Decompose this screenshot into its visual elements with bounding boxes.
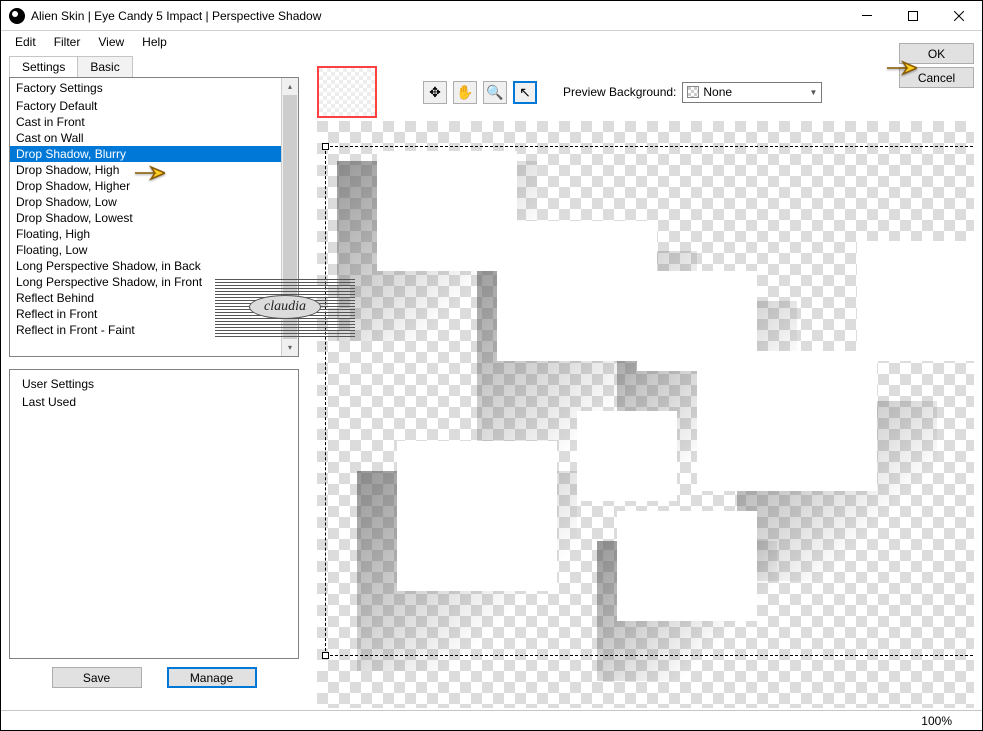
user-settings-header: User Settings xyxy=(16,374,292,394)
list-item[interactable]: Floating, High xyxy=(10,226,281,242)
chevron-down-icon: ▼ xyxy=(809,88,817,97)
list-item[interactable]: Long Perspective Shadow, in Back xyxy=(10,258,281,274)
pointer-tool-icon[interactable]: ↖ xyxy=(513,81,537,104)
preview-canvas[interactable] xyxy=(317,121,974,708)
preview-bg-value: None xyxy=(703,85,732,99)
selection-rect[interactable] xyxy=(325,146,974,656)
minimize-button[interactable] xyxy=(844,1,890,31)
zoom-tool-icon[interactable]: 🔍 xyxy=(483,81,507,104)
factory-settings-header: Factory Settings xyxy=(10,78,281,98)
list-item[interactable]: Floating, Low xyxy=(10,242,281,258)
list-item[interactable]: Drop Shadow, Low xyxy=(10,194,281,210)
close-button[interactable] xyxy=(936,1,982,31)
manage-button[interactable]: Manage xyxy=(167,667,257,688)
pointer-hand-icon xyxy=(133,163,165,183)
statusbar: 100% xyxy=(1,710,982,730)
thumbnail-selected[interactable] xyxy=(317,66,377,118)
watermark: claudia xyxy=(215,277,355,337)
list-item[interactable]: Cast on Wall xyxy=(10,130,281,146)
save-button[interactable]: Save xyxy=(52,667,142,688)
menu-view[interactable]: View xyxy=(90,33,132,51)
list-item[interactable]: Last Used xyxy=(16,394,292,410)
tab-settings[interactable]: Settings xyxy=(9,56,78,77)
maximize-button[interactable] xyxy=(890,1,936,31)
menu-help[interactable]: Help xyxy=(134,33,175,51)
menu-edit[interactable]: Edit xyxy=(7,33,44,51)
hand-tool-icon[interactable]: ✋ xyxy=(453,81,477,104)
window-title: Alien Skin | Eye Candy 5 Impact | Perspe… xyxy=(31,9,844,23)
pointer-hand-icon xyxy=(885,58,917,78)
move-tool-icon[interactable]: ✥ xyxy=(423,81,447,104)
scroll-up-icon[interactable]: ▴ xyxy=(282,78,298,95)
transparency-swatch-icon xyxy=(687,86,699,98)
app-icon xyxy=(9,8,25,24)
user-settings-list: User Settings Last Used xyxy=(9,369,299,659)
list-item[interactable]: Drop Shadow, Blurry xyxy=(10,146,281,162)
list-item[interactable]: Cast in Front xyxy=(10,114,281,130)
scroll-down-icon[interactable]: ▾ xyxy=(282,339,298,356)
tab-basic[interactable]: Basic xyxy=(77,56,132,77)
titlebar: Alien Skin | Eye Candy 5 Impact | Perspe… xyxy=(1,1,982,31)
preview-bg-label: Preview Background: xyxy=(563,85,676,99)
handle-sw[interactable] xyxy=(322,652,329,659)
handle-nw[interactable] xyxy=(322,143,329,150)
zoom-level: 100% xyxy=(921,714,952,728)
menubar: Edit Filter View Help xyxy=(1,31,982,53)
list-item[interactable]: Drop Shadow, Lowest xyxy=(10,210,281,226)
thumbnail-toolbar: ✥ ✋ 🔍 ↖ Preview Background: None ▼ xyxy=(317,63,974,121)
list-item[interactable]: Factory Default xyxy=(10,98,281,114)
preview-bg-select[interactable]: None ▼ xyxy=(682,82,822,103)
menu-filter[interactable]: Filter xyxy=(46,33,89,51)
